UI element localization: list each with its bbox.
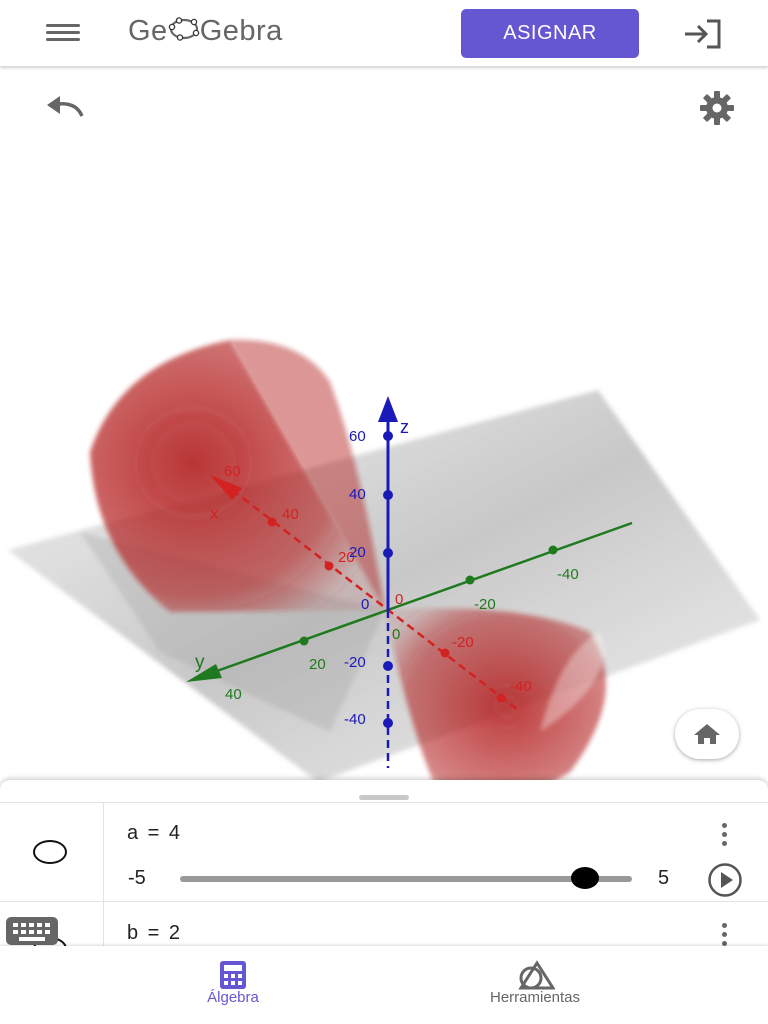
z-tick-label: 0 (361, 596, 369, 613)
z-tick-label: -20 (344, 654, 366, 671)
x-axis-label: x (210, 504, 219, 523)
home-icon (694, 724, 720, 744)
z-tick-m40 (383, 718, 393, 728)
x-tick-label: 60 (224, 463, 241, 480)
x-tick-label: -20 (452, 634, 474, 651)
keyboard-icon[interactable] (5, 916, 59, 946)
z-axis-label: z (400, 417, 409, 437)
x-tick-40 (267, 517, 277, 527)
z-tick-label: 60 (349, 428, 366, 445)
x-tick-label: 0 (395, 591, 403, 608)
sign-in-icon[interactable] (683, 18, 723, 50)
slider-a-thumb[interactable] (570, 867, 599, 889)
z-tick-20 (383, 548, 393, 558)
tab-label: Álgebra (207, 989, 259, 1006)
graphics-view-3d[interactable]: x y z 60 40 20 0 -20 -40 40 20 0 -20 -40… (0, 66, 768, 780)
x-tick-m40 (496, 693, 506, 703)
divider (103, 802, 104, 946)
y-tick-label: 40 (225, 686, 242, 703)
x-tick-m20 (440, 648, 450, 658)
z-tick-label: 20 (349, 544, 366, 561)
divider (0, 802, 768, 803)
slider-min-label: -5 (128, 867, 146, 889)
tab-algebra[interactable]: Álgebra (133, 946, 333, 1024)
calculator-icon (220, 961, 246, 989)
y-tick-label: 20 (309, 656, 326, 673)
expression-a[interactable]: a = 4 (127, 822, 180, 845)
expression-b[interactable]: b = 2 (127, 922, 180, 945)
x-tick-label: -40 (510, 678, 532, 695)
visibility-toggle-a[interactable] (33, 840, 67, 864)
divider (0, 901, 768, 902)
home-button[interactable] (675, 709, 739, 759)
z-axis-arrow (378, 396, 398, 422)
menu-icon[interactable] (46, 20, 82, 46)
panel-drag-handle[interactable] (359, 795, 409, 800)
tab-label: Herramientas (489, 989, 581, 1006)
z-tick-40 (383, 490, 393, 500)
y-tick-label: -40 (557, 566, 579, 583)
z-tick-label: -40 (344, 711, 366, 728)
slider-a-track[interactable] (180, 876, 632, 882)
settings-gear-icon[interactable] (697, 88, 737, 128)
assign-button[interactable]: ASIGNAR (461, 9, 639, 58)
y-tick-20 (465, 575, 475, 585)
slider-max-label: 5 (658, 867, 670, 889)
more-options-icon[interactable] (716, 823, 732, 849)
y-tick-label: 0 (392, 626, 400, 643)
play-animation-icon[interactable] (707, 862, 743, 898)
top-app-bar: Ge Gebra ASIGNAR (0, 0, 768, 66)
logo-o-icon (167, 16, 201, 49)
more-options-icon[interactable] (716, 923, 732, 946)
undo-icon[interactable] (44, 94, 86, 120)
3d-scene[interactable]: x y z 60 40 20 0 -20 -40 40 20 0 -20 -40… (0, 66, 768, 780)
algebra-panel: a = 4 -5 5 b = 2 (0, 780, 768, 946)
geogebra-logo: Ge Gebra (128, 15, 283, 49)
tab-tools[interactable]: Herramientas (435, 946, 635, 1024)
x-tick-20 (324, 561, 334, 571)
y-tick-m20 (299, 636, 309, 646)
y-axis-label: y (195, 652, 205, 673)
z-tick-label: 40 (349, 486, 366, 503)
x-tick-label: 40 (282, 506, 299, 523)
tools-icon (518, 960, 555, 990)
bottom-navigation: Álgebra Herramientas (0, 946, 768, 1024)
z-tick-m20 (383, 661, 393, 671)
z-tick-60 (383, 431, 393, 441)
y-tick-label: -20 (474, 596, 496, 613)
y-tick-40 (548, 545, 558, 555)
